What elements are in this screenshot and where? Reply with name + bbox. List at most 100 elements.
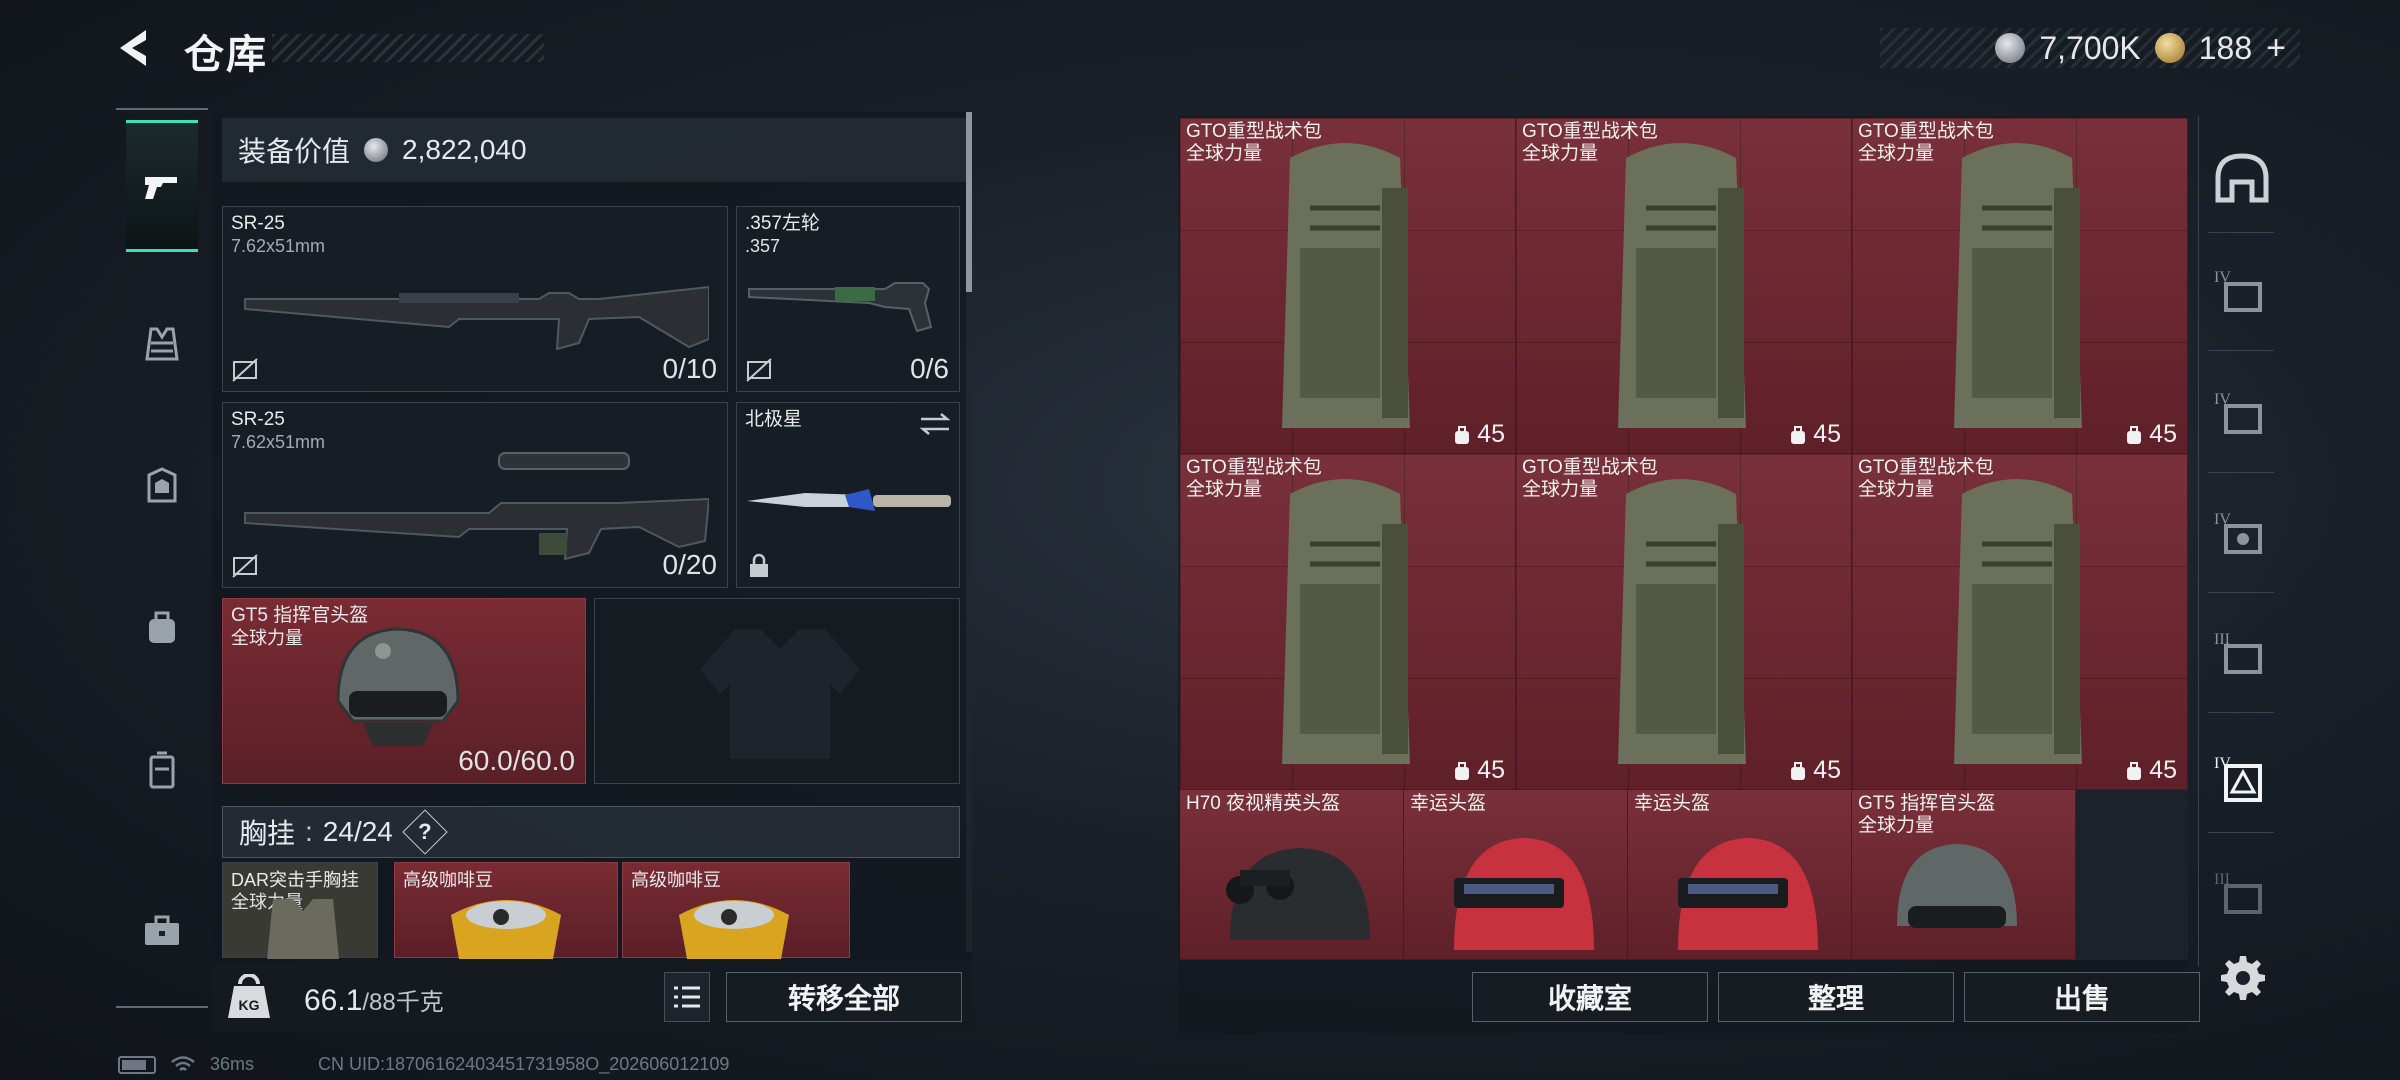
item-faction: 全球力量 [1858, 143, 1935, 164]
ammo-count: 0/6 [910, 353, 949, 384]
chest-item-vest[interactable]: DAR突击手胸挂 全球力量 [222, 862, 378, 959]
sell-button[interactable]: 出售 [1964, 972, 2200, 1022]
capacity-value: 45 [1813, 420, 1841, 448]
organize-button[interactable]: 整理 [1718, 972, 1954, 1022]
capacity-badge: 45 [1453, 420, 1505, 449]
backpack-capacity-icon [1455, 761, 1470, 780]
lucky-helmet-icon [1678, 838, 1818, 950]
equipment-value-label: 装备价值 [238, 136, 351, 167]
chest-item-coffee-2[interactable]: 高级咖啡豆 [622, 862, 850, 959]
backpack-capacity-icon [1791, 761, 1806, 780]
nav-toolbox[interactable] [126, 864, 198, 996]
tier-4-icon[interactable]: IV [2212, 384, 2272, 444]
tier-4-icon[interactable]: IV [2212, 748, 2272, 808]
helmet-slot[interactable]: GT5 指挥官头盔 全球力量 60.0/60.0 [222, 598, 586, 784]
storage-empty-cell [2076, 790, 2188, 960]
backpack-capacity-icon [1455, 425, 1470, 444]
user-uid: CN UID:18706162403451731958O_20260601210… [318, 1054, 730, 1074]
weapon-name: SR-25 [231, 213, 285, 234]
capacity-value: 45 [2149, 756, 2177, 784]
tier-4-icon[interactable]: IV [2212, 504, 2272, 564]
weapon-name: .357左轮 [745, 213, 820, 234]
silver-coin-icon [364, 138, 389, 162]
scoped-rifle-icon [244, 452, 709, 561]
collection-room-button[interactable]: 收藏室 [1472, 972, 1708, 1022]
primary-weapon-slot-1[interactable]: SR-25 7.62x51mm 0/10 [222, 206, 728, 392]
equipment-value-bar: 装备价值 2,822,040 [222, 118, 972, 182]
item-faction: 全球力量 [1858, 479, 1935, 500]
item-name: DAR突击手胸挂 [231, 870, 360, 890]
battery-icon [118, 1055, 156, 1074]
no-attachment-icon [232, 554, 258, 578]
wifi-icon [171, 1055, 195, 1071]
primary-weapon-slot-2[interactable]: SR-25 7.62x51mm 0/20 [222, 402, 728, 588]
tactical-backpack-icon [1282, 479, 1410, 764]
helmet-icon [336, 627, 460, 746]
backpack-capacity-icon [1791, 425, 1806, 444]
tier-4-icon[interactable]: IV [2212, 262, 2272, 322]
item-faction: 全球力量 [1186, 143, 1263, 164]
storage-helmet-lucky-1[interactable]: 幸运头盔 [1404, 790, 1628, 960]
storage-helmet-nvg[interactable]: H70 夜视精英头盔 [1180, 790, 1404, 960]
nav-backpack[interactable] [126, 562, 198, 694]
svg-text:IV: IV [2214, 755, 2231, 772]
backpack-armor-icon [147, 467, 177, 503]
weight-icon: KG [228, 974, 270, 1018]
nav-weapons[interactable] [126, 120, 198, 252]
back-arrow-icon[interactable] [112, 26, 156, 70]
melee-slot[interactable]: 北极星 [736, 402, 960, 588]
armor-slot-empty[interactable] [594, 598, 960, 784]
capacity-value: 45 [2149, 420, 2177, 448]
chest-item-coffee-1[interactable]: 高级咖啡豆 [394, 862, 618, 959]
nav-armor[interactable] [126, 420, 198, 552]
storage-grid: GTO重型战术包 全球力量 45 GTO重型战术包 全球力量 45 GTO重型战… [1180, 118, 2188, 960]
home-icon[interactable] [2212, 148, 2272, 208]
lucky-helmet-icon [1454, 838, 1594, 950]
capacity-badge: 45 [1453, 756, 1505, 785]
storage-backpack-3[interactable]: GTO重型战术包 全球力量 45 [1852, 118, 2188, 454]
weight-current: 66.1 [304, 984, 363, 1017]
svg-text:KG: KG [239, 997, 260, 1013]
lock-icon [750, 553, 768, 577]
storage-backpack-2[interactable]: GTO重型战术包 全球力量 45 [1516, 118, 1852, 454]
capacity-value: 45 [1477, 420, 1505, 448]
equipment-scroll-thumb[interactable] [966, 112, 972, 292]
tactical-backpack-icon [1618, 479, 1746, 764]
chest-rig-label: 胸挂 [239, 818, 296, 849]
backpack-capacity-icon [2127, 761, 2142, 780]
tactical-backpack-icon [1954, 479, 2082, 764]
weight-max: /88千克 [362, 989, 444, 1016]
tier-3-icon[interactable]: III [2212, 864, 2272, 924]
storage-helmet-lucky-2[interactable]: 幸运头盔 [1628, 790, 1852, 960]
storage-backpack-1[interactable]: GTO重型战术包 全球力量 45 [1180, 118, 1516, 454]
item-faction: 全球力量 [1522, 143, 1599, 164]
helmet-faction: 全球力量 [231, 628, 303, 648]
capacity-value: 45 [1813, 756, 1841, 784]
tier-3-icon[interactable]: III [2212, 624, 2272, 684]
swap-icon[interactable] [919, 411, 951, 437]
toolbox-icon [145, 915, 179, 945]
storage-backpack-6[interactable]: GTO重型战术包 全球力量 45 [1852, 454, 2188, 790]
silver-coin-icon [1995, 33, 2026, 63]
storage-helmet-gt5[interactable]: GT5 指挥官头盔 全球力量 [1852, 790, 2076, 960]
add-currency-button[interactable]: + [2266, 29, 2286, 68]
capacity-badge: 45 [1789, 420, 1841, 449]
no-attachment-icon [232, 358, 258, 382]
settings-gear-icon[interactable] [2218, 952, 2268, 1002]
night-vision-helmet-icon [1226, 848, 1370, 940]
item-faction: 全球力量 [1186, 479, 1263, 500]
storage-backpack-5[interactable]: GTO重型战术包 全球力量 45 [1516, 454, 1852, 790]
silver-currency-value: 7,700K [2039, 29, 2141, 66]
equipment-value: 2,822,040 [402, 134, 527, 165]
transfer-all-button[interactable]: 转移全部 [726, 972, 962, 1022]
storage-backpack-4[interactable]: GTO重型战术包 全球力量 45 [1180, 454, 1516, 790]
backpack-capacity-icon [2127, 425, 2142, 444]
help-button[interactable]: ? [402, 809, 448, 855]
nav-vest[interactable] [126, 278, 198, 410]
page-title: 仓库 [184, 33, 268, 77]
tactical-backpack-icon [1954, 143, 2082, 428]
list-view-button[interactable] [664, 972, 710, 1022]
melee-name: 北极星 [745, 409, 803, 430]
nav-case[interactable] [126, 704, 198, 836]
secondary-weapon-slot[interactable]: .357左轮 .357 0/6 [736, 206, 960, 392]
